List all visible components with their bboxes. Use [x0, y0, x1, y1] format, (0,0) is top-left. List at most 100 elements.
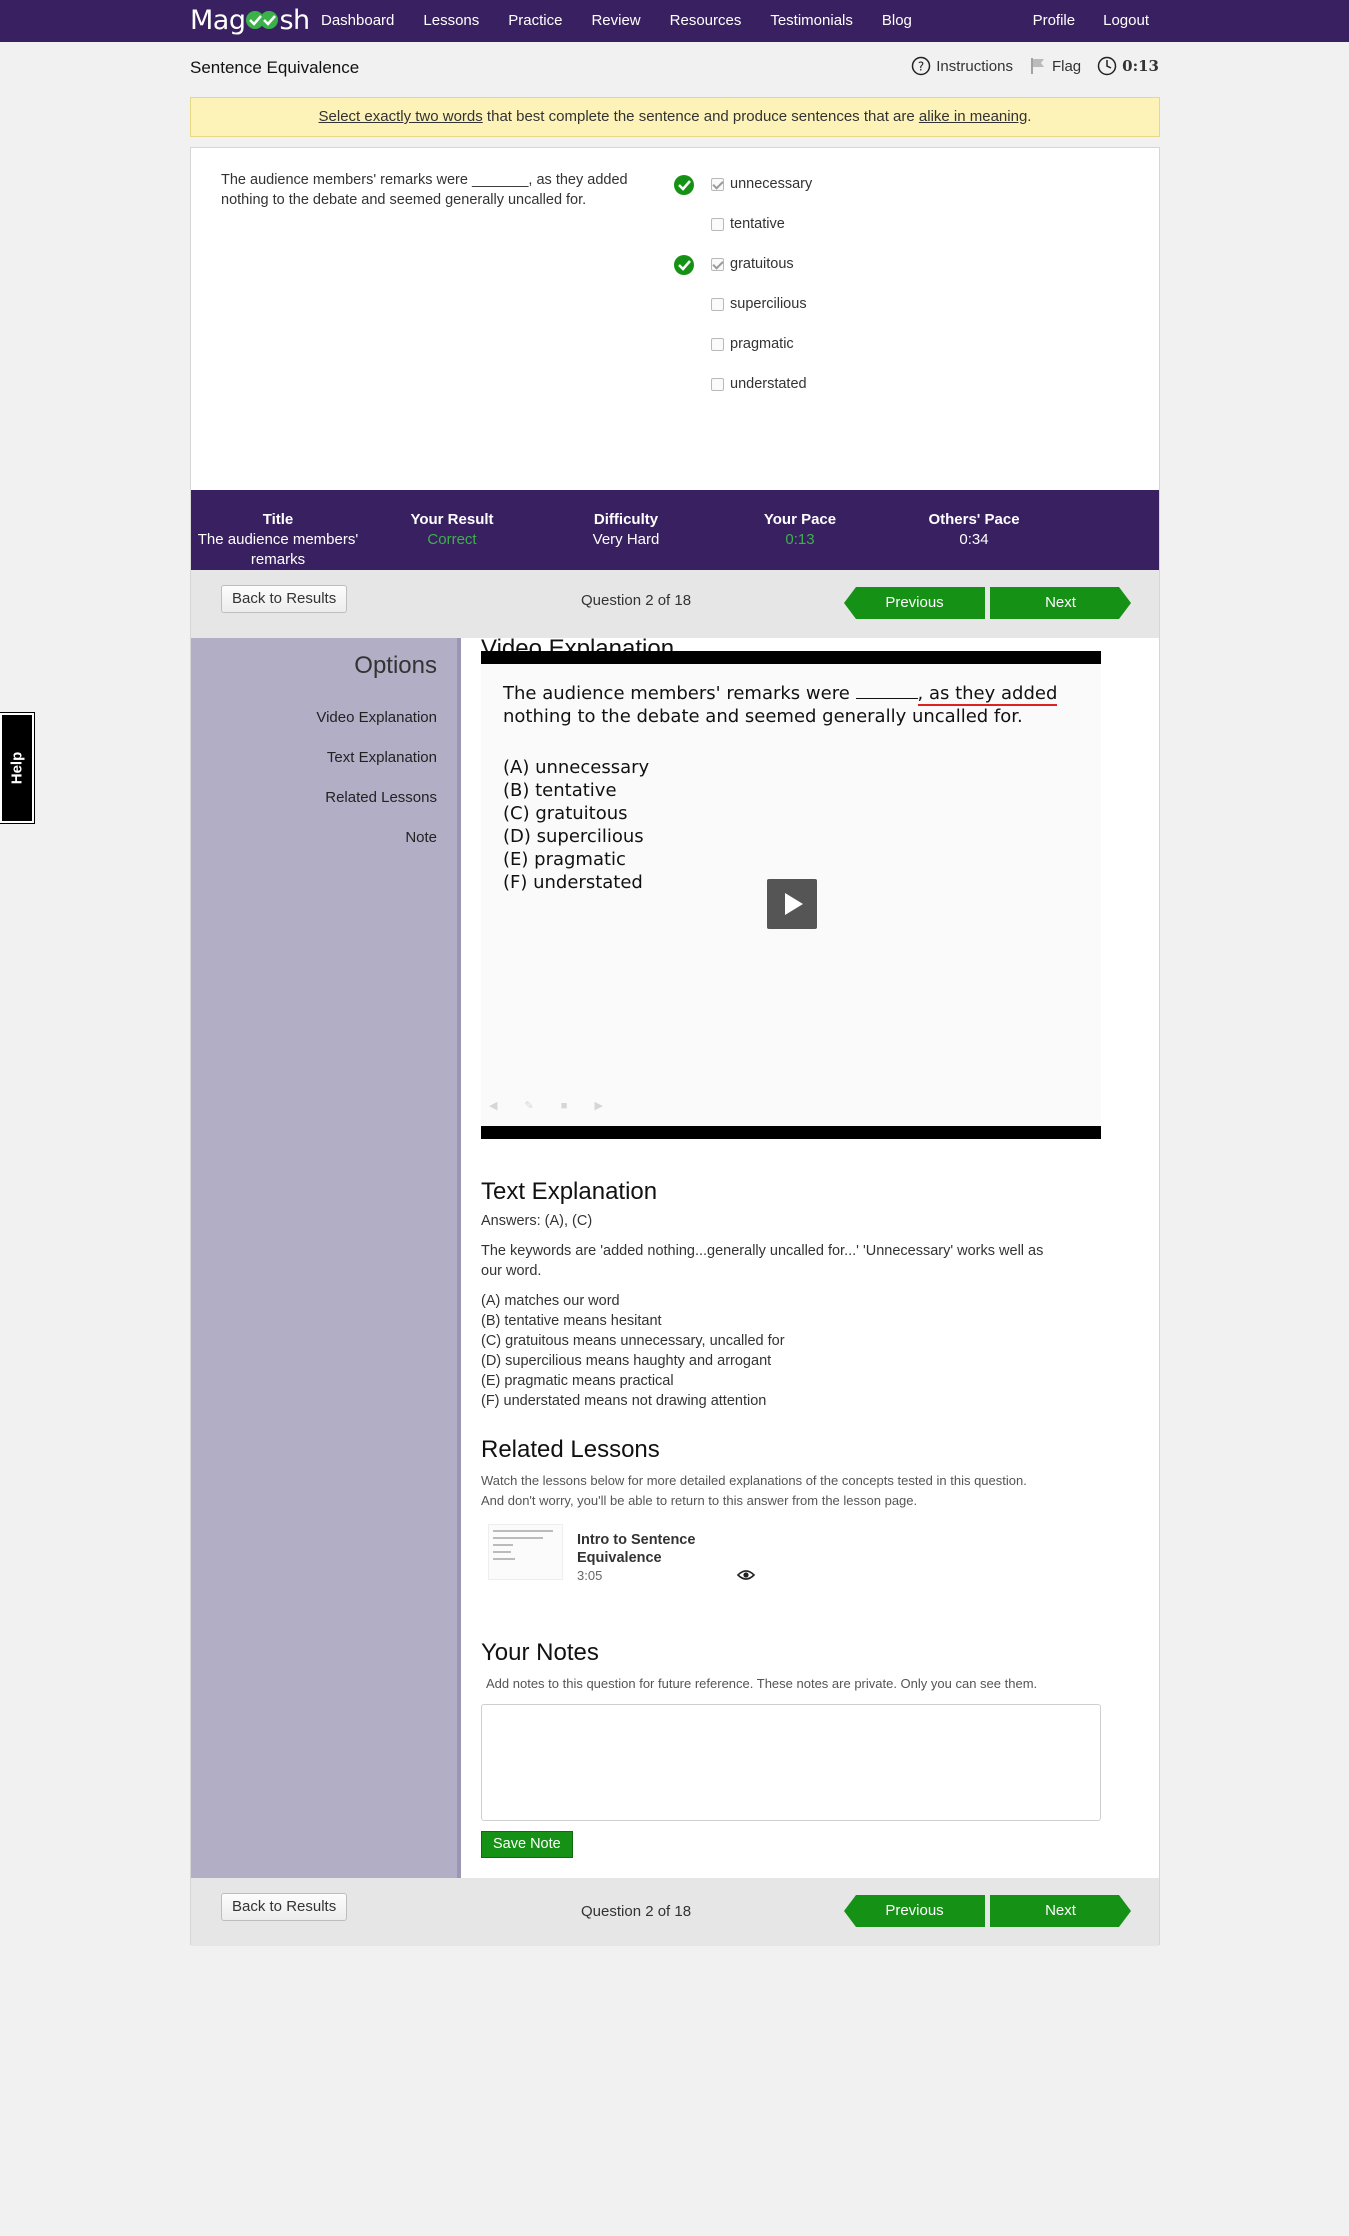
video-q-part2: , as they added [917, 683, 1058, 706]
flag-label: Flag [1051, 57, 1082, 75]
lesson-duration: 3:05 [577, 1568, 603, 1583]
explanation-line: (E) pragmatic means practical [481, 1373, 674, 1389]
video-controls-icon[interactable]: ◀ ✎ ■ ▶ [489, 1099, 615, 1112]
video-option: (B) tentative [503, 780, 617, 801]
text-explanation-heading: Text Explanation [481, 1178, 658, 1205]
answers-line: Answers: (A), (C) [481, 1213, 593, 1229]
notes-desc: Add notes to this question for future re… [486, 1676, 1038, 1691]
instruction-emph-1: Select exactly two words [318, 108, 483, 125]
choice-unnecessary[interactable]: unnecessary [674, 164, 813, 204]
timer-value: 0:13 [1122, 57, 1159, 75]
stem-line-1: The audience members' remarks were _____… [221, 172, 628, 188]
previous-button[interactable]: Previous [844, 1895, 985, 1927]
nav-practice[interactable]: Practice [508, 0, 562, 42]
help-tab[interactable]: Help [0, 712, 35, 824]
sidebar-item-text-explanation[interactable]: Text Explanation [327, 749, 437, 766]
flag-icon [1031, 58, 1044, 74]
nav-blog[interactable]: Blog [882, 0, 912, 42]
video-option: (E) pragmatic [503, 849, 626, 870]
summary-others-value: 0:34 [959, 531, 989, 548]
nav-testimonials[interactable]: Testimonials [770, 0, 853, 42]
result-summary-bar: Title The audience members' remarks Your… [191, 490, 1159, 570]
main-nav: Dashboard Lessons Practice Review Resour… [321, 0, 941, 42]
choice-label: pragmatic [730, 336, 794, 352]
summary-result-value: Correct [427, 531, 477, 548]
lesson-title-2: Equivalence [577, 1550, 662, 1566]
checkbox[interactable] [711, 257, 724, 271]
summary-title-value-1: The audience members' [197, 531, 359, 548]
nav-dashboard[interactable]: Dashboard [321, 0, 394, 42]
back-to-results-button[interactable]: Back to Results [221, 585, 348, 613]
nav-lessons[interactable]: Lessons [423, 0, 479, 42]
lesson-title-1: Intro to Sentence [577, 1532, 696, 1548]
explanation-line: (D) supercilious means haughty and arrog… [481, 1353, 772, 1369]
sidebar-item-note[interactable]: Note [405, 829, 437, 846]
logo-check-icon [246, 11, 279, 29]
checkbox[interactable] [711, 297, 724, 311]
video-player[interactable]: The audience members' remarks were , as … [481, 651, 1101, 1139]
lesson-title-link[interactable]: Intro to Sentence Equivalence [577, 1531, 727, 1567]
checkbox[interactable] [711, 177, 724, 191]
play-button-icon[interactable] [767, 879, 817, 929]
instruction-emph-2: alike in meaning [918, 108, 1028, 125]
checkbox[interactable] [711, 377, 724, 391]
flag-button[interactable]: Flag [1029, 57, 1081, 75]
back-to-results-button[interactable]: Back to Results [221, 1893, 348, 1921]
sidebar-item-video-explanation[interactable]: Video Explanation [316, 709, 437, 726]
correct-check-icon [674, 255, 694, 275]
choice-tentative[interactable]: tentative [711, 204, 812, 244]
question-counter: Question 2 of 18 [581, 1903, 692, 1920]
summary-difficulty-value: Very Hard [592, 531, 660, 548]
related-desc-2: And don't worry, you'll be able to retur… [481, 1493, 918, 1508]
video-option: (A) unnecessary [503, 757, 650, 778]
notes-textarea[interactable] [481, 1704, 1101, 1821]
question-circle-icon: ? [912, 56, 931, 76]
choice-supercilious[interactable]: supercilious [711, 284, 812, 324]
checkbox[interactable] [711, 337, 724, 351]
summary-result-heading: Your Result [410, 511, 494, 528]
nav-resources[interactable]: Resources [670, 0, 742, 42]
help-label: Help [8, 751, 26, 785]
top-navbar: Mag sh Dashboard Lessons Practice Review… [0, 0, 1349, 42]
choice-understated[interactable]: understated [711, 364, 812, 404]
instruction-banner: Select exactly two words that best compl… [190, 97, 1160, 137]
next-button[interactable]: Next [990, 587, 1131, 619]
summary-others-pace: Others' Pace 0:34 [887, 490, 1061, 570]
pager-top: Back to Results Question 2 of 18 Previou… [191, 570, 1159, 638]
next-button[interactable]: Next [990, 1895, 1131, 1927]
choice-label: unnecessary [730, 176, 813, 192]
choice-gratuitous[interactable]: gratuitous [674, 244, 812, 284]
nav-profile[interactable]: Profile [1033, 0, 1076, 42]
summary-title-heading: Title [262, 511, 294, 528]
sidebar-item-related-lessons[interactable]: Related Lessons [325, 789, 437, 806]
lesson-thumbnail[interactable] [488, 1524, 563, 1580]
previous-button[interactable]: Previous [844, 587, 985, 619]
eye-icon[interactable] [737, 1569, 755, 1581]
summary-others-heading: Others' Pace [928, 511, 1020, 528]
nav-review[interactable]: Review [591, 0, 640, 42]
related-desc-1: Watch the lessons below for more detaile… [481, 1473, 1027, 1488]
clock-icon [1097, 56, 1117, 76]
your-notes-heading: Your Notes [481, 1639, 599, 1666]
related-lessons-heading: Related Lessons [481, 1436, 660, 1463]
summary-result: Your Result Correct [365, 490, 539, 570]
save-note-button[interactable]: Save Note [481, 1831, 573, 1858]
video-frame: The audience members' remarks were , as … [481, 664, 1101, 1126]
correct-check-icon [674, 175, 694, 195]
question-stem: The audience members' remarks were _____… [221, 170, 681, 210]
explanation-line: (C) gratuitous means unnecessary, uncall… [481, 1333, 785, 1349]
instruction-text: that best complete the sentence and prod… [482, 108, 919, 125]
summary-pace-heading: Your Pace [763, 511, 837, 528]
pager-bottom: Back to Results Question 2 of 18 Previou… [191, 1878, 1159, 1946]
svg-text:?: ? [918, 60, 924, 74]
summary-difficulty-heading: Difficulty [593, 511, 659, 528]
nav-logout[interactable]: Logout [1103, 0, 1149, 42]
user-nav: Profile Logout [1005, 0, 1149, 42]
video-q-line2: nothing to the debate and seemed general… [503, 706, 1023, 727]
instructions-button[interactable]: ? Instructions [911, 56, 1013, 76]
checkbox[interactable] [711, 217, 724, 231]
summary-your-pace: Your Pace 0:13 [713, 490, 887, 570]
choice-pragmatic[interactable]: pragmatic [711, 324, 812, 364]
magoosh-logo[interactable]: Mag sh [190, 4, 310, 38]
video-options: (A) unnecessary (B) tentative (C) gratui… [503, 756, 649, 894]
